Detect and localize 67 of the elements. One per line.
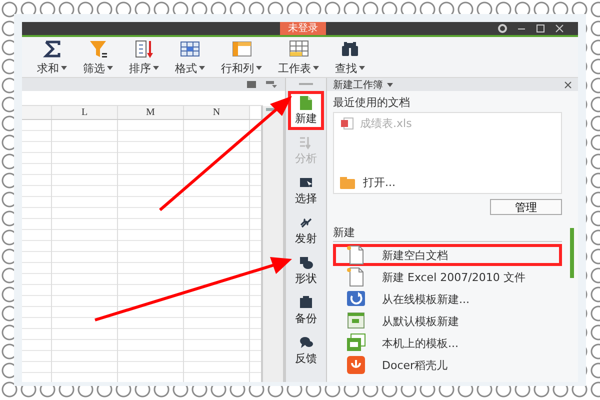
side-tab[interactable]: 发射 — [288, 211, 324, 250]
table-icon — [180, 38, 200, 58]
caret-icon — [61, 66, 67, 70]
toolbar-label: 求和 — [37, 60, 59, 76]
caret-icon — [256, 66, 262, 70]
open-link[interactable]: 打开... — [340, 175, 555, 190]
caret-icon — [387, 82, 393, 86]
new-option[interactable]: 从在线模板新建... — [333, 288, 562, 310]
online-template-icon — [346, 289, 366, 309]
side-tab[interactable]: 新建 — [288, 91, 324, 130]
grip-icon[interactable] — [299, 83, 313, 86]
toolbar-button[interactable]: 求和 — [32, 36, 72, 78]
gear-icon[interactable] — [498, 24, 507, 33]
column-header: L — [52, 106, 118, 119]
side-tab[interactable]: 选择 — [288, 171, 324, 210]
new-option[interactable]: 新建 Excel 2007/2010 文件 — [333, 266, 562, 288]
toolbar-label: 格式 — [175, 60, 197, 76]
blank-document-icon — [346, 245, 366, 265]
caret-icon — [107, 66, 113, 70]
analysis-icon — [299, 135, 313, 150]
toolbar-button[interactable]: 查找 — [330, 36, 370, 78]
section-heading: 最近使用的文档 — [333, 95, 411, 110]
new-option[interactable]: 从默认模板新建 — [333, 310, 562, 332]
column-header: M — [118, 106, 184, 119]
file-name: 成绩表.xls — [360, 116, 412, 131]
new-option[interactable]: Docer稻壳儿 — [333, 354, 562, 376]
pane-title[interactable]: 新建工作簿 — [333, 78, 383, 92]
shapes-icon — [299, 255, 313, 270]
toolbar-button[interactable]: 排序 — [124, 36, 164, 78]
backup-icon — [299, 295, 313, 310]
template-icon — [346, 311, 366, 331]
toolbar-label: 工作表 — [278, 60, 311, 76]
toolbar-button[interactable]: 筛选 — [78, 36, 118, 78]
close-icon[interactable] — [564, 80, 572, 88]
side-tab[interactable]: 备份 — [288, 291, 324, 330]
caret-icon — [359, 66, 365, 70]
dropdown-icon[interactable] — [266, 81, 277, 88]
spreadsheet-file-icon — [340, 117, 354, 130]
side-tab[interactable]: 形状 — [288, 251, 324, 290]
sum-icon — [42, 38, 62, 58]
new-option[interactable]: 本机上的模板... — [333, 332, 562, 354]
folder-icon — [340, 176, 355, 188]
maximize-icon[interactable] — [536, 24, 545, 33]
document-icon — [299, 95, 313, 110]
vertical-scrollbar[interactable] — [261, 106, 285, 382]
speech-bubbles-icon — [299, 335, 313, 350]
toolbar-label: 排序 — [129, 60, 151, 76]
caret-icon — [313, 66, 319, 70]
toolbar-button[interactable]: 格式 — [170, 36, 210, 78]
selection-icon — [299, 175, 313, 190]
side-tab[interactable]: 反馈 — [288, 331, 324, 370]
new-option[interactable]: 新建空白文档 — [333, 244, 562, 266]
docer-logo-icon — [346, 355, 366, 375]
caret-icon — [199, 66, 205, 70]
cell-grid[interactable] — [22, 120, 261, 382]
toolbar-label: 行和列 — [221, 60, 254, 76]
toolbar-button[interactable]: 行和列 — [216, 36, 267, 78]
section-heading: 新建 — [333, 225, 562, 242]
toolbar-label: 筛选 — [83, 60, 105, 76]
caret-icon — [153, 66, 159, 70]
stacked-templates-icon — [346, 333, 366, 353]
blank-document-icon — [346, 267, 366, 287]
column-header: N — [184, 106, 250, 119]
manage-button[interactable]: 管理 — [490, 199, 562, 215]
toolbar-label: 查找 — [335, 60, 357, 76]
funnel-icon — [88, 38, 108, 58]
toolbar-button[interactable]: 工作表 — [273, 36, 324, 78]
